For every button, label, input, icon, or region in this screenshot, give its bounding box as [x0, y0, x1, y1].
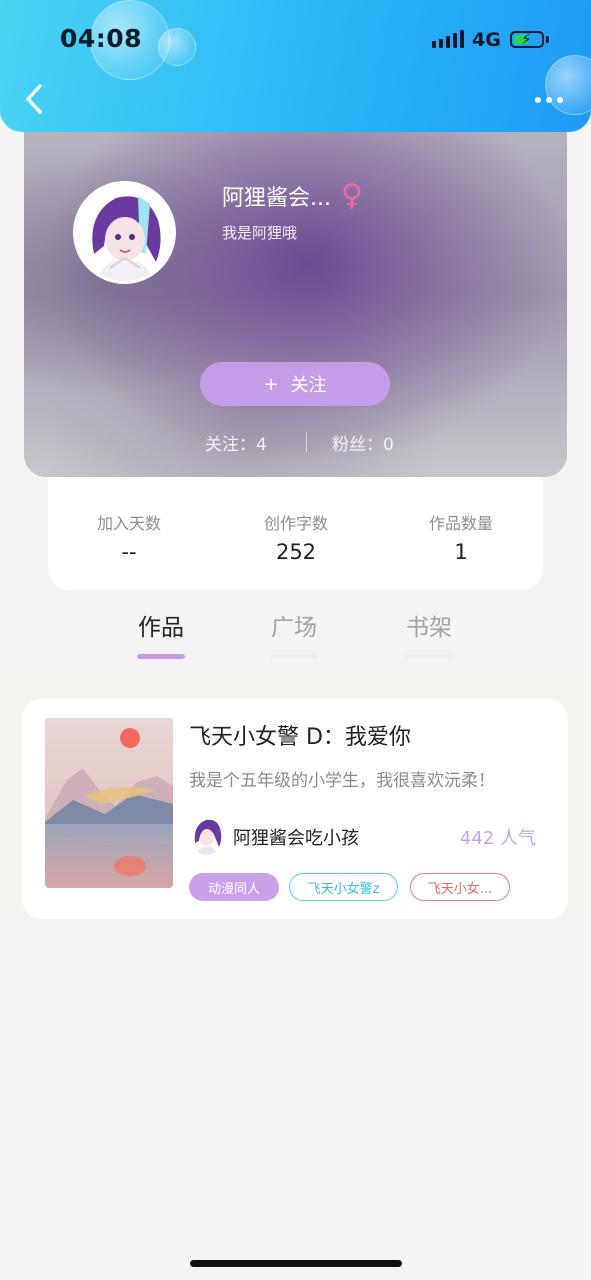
- more-dots-icon: [535, 97, 541, 103]
- battery-icon: ⚡: [510, 30, 544, 48]
- tab-indicator: [405, 654, 453, 659]
- tab-label: 书架: [406, 615, 452, 641]
- tab-bookshelf[interactable]: 书架: [394, 608, 464, 659]
- stat-label: 作品数量: [428, 514, 493, 533]
- signal-icon: [432, 30, 464, 48]
- user-name: 阿狸酱会...: [222, 186, 331, 211]
- tab-indicator: [137, 654, 185, 659]
- work-card[interactable]: 飞天小女警 D：我爱你 我是个五年级的小学生，我很喜欢沅柔！ 阿狸酱会吃小孩 4…: [22, 699, 568, 919]
- work-title: 飞天小女警 D：我爱你: [189, 725, 411, 750]
- top-header: 04:08 4G ⚡: [0, 0, 591, 132]
- profile-card: 阿狸酱会... ♀ 我是阿狸哦 + 关注 关注：4 粉丝：0: [24, 110, 567, 477]
- tab-label: 广场: [271, 615, 317, 641]
- avatar[interactable]: [73, 181, 176, 284]
- female-icon: ♀: [340, 178, 363, 213]
- follow-button[interactable]: + 关注: [200, 362, 390, 406]
- status-time: 04:08: [60, 24, 143, 53]
- back-button[interactable]: [20, 80, 50, 118]
- stat-join-days: 加入天数 --: [69, 510, 189, 564]
- following-count[interactable]: 关注：4: [205, 430, 267, 455]
- fans-count[interactable]: 粉丝：0: [332, 430, 394, 455]
- stat-value: --: [121, 540, 137, 564]
- tab-square[interactable]: 广场: [259, 608, 329, 659]
- popularity-count: 442 人气: [459, 828, 536, 849]
- home-indicator: [190, 1260, 402, 1267]
- tab-works[interactable]: 作品: [126, 608, 196, 659]
- stat-label: 加入天数: [96, 514, 161, 533]
- tab-label: 作品: [138, 615, 184, 641]
- plus-icon: +: [263, 373, 279, 395]
- tag-ppgz[interactable]: 飞天小女警z: [289, 873, 398, 901]
- more-button[interactable]: [532, 90, 566, 110]
- user-bio: 我是阿狸哦: [222, 224, 298, 242]
- work-description: 我是个五年级的小学生，我很喜欢沅柔！: [189, 771, 495, 791]
- stat-value: 1: [454, 540, 468, 564]
- stat-word-count: 创作字数 252: [236, 510, 356, 564]
- stat-label: 创作字数: [263, 514, 328, 533]
- stat-work-count: 作品数量 1: [401, 510, 521, 564]
- name-row: 阿狸酱会... ♀: [222, 180, 363, 212]
- stats-card: 加入天数 -- 创作字数 252 作品数量 1: [48, 460, 543, 590]
- decor-bubble: [158, 28, 196, 66]
- follow-button-label: 关注: [290, 375, 327, 396]
- divider: [306, 432, 307, 452]
- content-tabs: 作品 广场 书架: [0, 608, 591, 659]
- network-label: 4G: [472, 29, 501, 51]
- follow-stats: 关注：4 粉丝：0: [24, 430, 567, 455]
- tab-indicator: [270, 654, 318, 659]
- chevron-left-icon: [26, 84, 42, 114]
- author-avatar: [190, 815, 224, 855]
- tag-anime-fanfic[interactable]: 动漫同人: [189, 873, 279, 901]
- work-cover-image[interactable]: [45, 718, 173, 888]
- author-name: 阿狸酱会吃小孩: [233, 828, 359, 849]
- stat-value: 252: [275, 540, 317, 564]
- battery-tip: [546, 36, 549, 43]
- tag-ppg-more[interactable]: 飞天小女...: [410, 873, 510, 901]
